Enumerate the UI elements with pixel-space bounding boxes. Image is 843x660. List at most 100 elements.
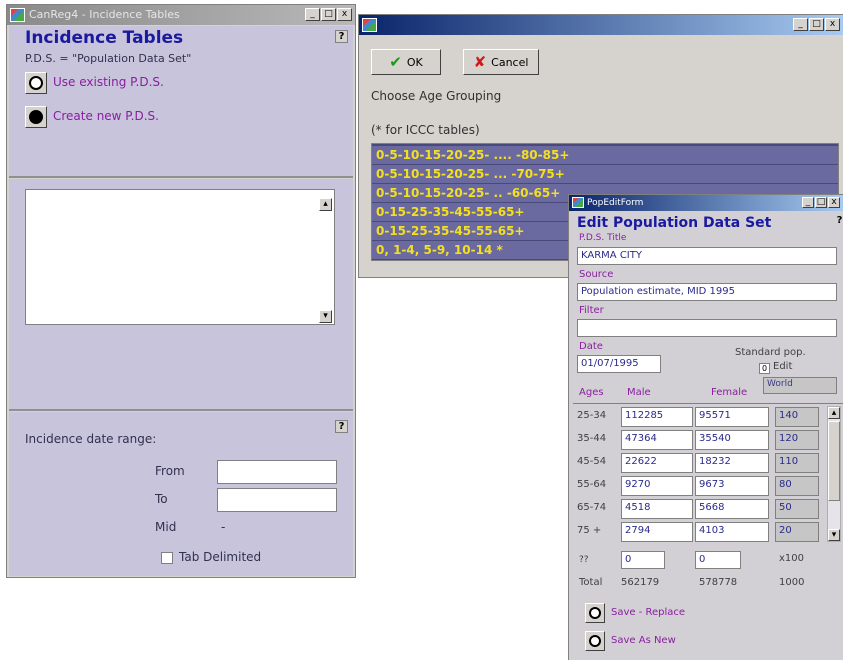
create-new-label[interactable]: Create new P.D.S. <box>53 109 159 123</box>
standard-pop-select[interactable]: World <box>763 377 837 394</box>
pds-subheading: P.D.S. = "Population Data Set" <box>25 52 192 65</box>
scroll-up-icon[interactable]: ▴ <box>828 407 840 419</box>
table-row: 55-64 9270 9673 80 <box>573 476 821 496</box>
female-cell[interactable]: 35540 <box>695 430 769 450</box>
male-header: Male <box>627 387 651 398</box>
incidence-title-bar[interactable]: CanReg4 - Incidence Tables _ □ x <box>7 5 355 25</box>
ok-button[interactable]: ✔ OK <box>371 49 441 75</box>
app-icon <box>362 18 377 32</box>
cancel-button[interactable]: ✘ Cancel <box>463 49 539 75</box>
total-label: Total <box>579 577 603 588</box>
minimize-icon[interactable]: _ <box>305 8 320 21</box>
total-female: 578778 <box>699 577 738 588</box>
app-icon <box>572 197 584 208</box>
std-cell: 140 <box>775 407 819 427</box>
age-cell: 55-64 <box>577 479 607 490</box>
female-cell[interactable]: 18232 <box>695 453 769 473</box>
total-std: 1000 <box>779 577 805 588</box>
pds-listbox[interactable]: ▴ ▾ <box>25 189 335 325</box>
save-replace-label[interactable]: Save - Replace <box>611 607 685 618</box>
age-cell: 65-74 <box>577 502 607 513</box>
male-cell[interactable]: 22622 <box>621 453 693 473</box>
male-cell[interactable]: 9270 <box>621 476 693 496</box>
female-cell[interactable]: 9673 <box>695 476 769 496</box>
edit-std-button[interactable]: 0 <box>759 363 770 374</box>
female-cell[interactable]: 5668 <box>695 499 769 519</box>
iccc-note: (* for ICCC tables) <box>371 123 480 137</box>
pds-title-label: P.D.S. Title <box>579 233 627 243</box>
population-grid: 25-34 112285 95571 140 35-44 47364 35540… <box>573 403 843 544</box>
filter-input[interactable] <box>577 319 837 337</box>
female-cell[interactable]: 4103 <box>695 522 769 542</box>
age-title-bar[interactable]: _ □ x <box>359 15 843 35</box>
create-new-radio[interactable] <box>25 106 47 128</box>
check-icon: ✔ <box>389 53 402 71</box>
pop-title-bar[interactable]: PopEditForm _ □ x <box>569 195 843 211</box>
unknown-female-input[interactable]: 0 <box>695 551 741 569</box>
unknown-male-input[interactable]: 0 <box>621 551 665 569</box>
minimize-icon[interactable]: _ <box>793 18 808 31</box>
close-icon[interactable]: x <box>825 18 840 31</box>
tab-delimited-checkbox[interactable] <box>161 552 173 564</box>
close-icon[interactable]: x <box>828 197 840 208</box>
close-icon[interactable]: x <box>337 8 352 21</box>
pds-list-panel: ▴ ▾ <box>9 179 353 411</box>
pop-window-title: PopEditForm <box>587 198 644 208</box>
save-as-new-radio[interactable] <box>585 631 605 651</box>
pop-help-button[interactable]: ? <box>833 215 843 228</box>
date-input[interactable]: 01/07/1995 <box>577 355 661 373</box>
ok-label: OK <box>406 55 423 69</box>
use-existing-radio[interactable] <box>25 72 47 94</box>
edit-label[interactable]: Edit <box>773 361 792 372</box>
male-cell[interactable]: 2794 <box>621 522 693 542</box>
table-row: 45-54 22622 18232 110 <box>573 453 821 473</box>
filter-label: Filter <box>579 305 604 316</box>
std-cell: 20 <box>775 522 819 542</box>
source-input[interactable]: Population estimate, MID 1995 <box>577 283 837 301</box>
age-cell: 45-54 <box>577 456 607 467</box>
female-cell[interactable]: 95571 <box>695 407 769 427</box>
listbox-scrollbar[interactable]: ▴ ▾ <box>319 192 332 323</box>
male-cell[interactable]: 112285 <box>621 407 693 427</box>
cancel-label: Cancel <box>491 55 529 69</box>
maximize-icon[interactable]: □ <box>815 197 827 208</box>
male-cell[interactable]: 4518 <box>621 499 693 519</box>
from-input[interactable] <box>217 460 337 484</box>
ages-header: Ages <box>579 387 604 398</box>
scroll-thumb[interactable] <box>828 421 840 501</box>
std-cell: 110 <box>775 453 819 473</box>
date-help-button[interactable]: ? <box>335 420 348 433</box>
table-row: 65-74 4518 5668 50 <box>573 499 821 519</box>
use-existing-label[interactable]: Use existing P.D.S. <box>53 75 164 89</box>
choose-age-label: Choose Age Grouping <box>371 89 502 103</box>
standard-pop-label: Standard pop. <box>735 347 806 358</box>
save-as-new-label[interactable]: Save As New <box>611 635 676 646</box>
scroll-up-icon[interactable]: ▴ <box>319 198 332 211</box>
minimize-icon[interactable]: _ <box>802 197 814 208</box>
date-range-label: Incidence date range: <box>25 432 157 446</box>
scroll-down-icon[interactable]: ▾ <box>319 310 332 323</box>
mid-label: Mid <box>155 520 177 534</box>
std-cell: 50 <box>775 499 819 519</box>
x-icon: ✘ <box>473 53 487 71</box>
male-cell[interactable]: 47364 <box>621 430 693 450</box>
date-range-panel: ? Incidence date range: From To Mid - Ta… <box>9 412 353 576</box>
to-input[interactable] <box>217 488 337 512</box>
age-option[interactable]: 0-5-10-15-20-25- ... -70-75+ <box>372 165 838 184</box>
table-row: 75 + 2794 4103 20 <box>573 522 821 542</box>
pds-title-input[interactable]: KARMA CITY <box>577 247 837 265</box>
scroll-down-icon[interactable]: ▾ <box>828 529 840 541</box>
source-label: Source <box>579 269 614 280</box>
tab-delimited-label[interactable]: Tab Delimited <box>179 550 261 564</box>
incidence-window-title: CanReg4 - Incidence Tables <box>29 8 180 21</box>
pop-edit-window: PopEditForm _ □ x Edit Population Data S… <box>568 194 843 660</box>
help-button[interactable]: ? <box>335 30 348 43</box>
maximize-icon[interactable]: □ <box>321 8 336 21</box>
age-option[interactable]: 0-5-10-15-20-25- .... -80-85+ <box>372 146 838 165</box>
incidence-tables-window: CanReg4 - Incidence Tables _ □ x Inciden… <box>6 4 356 578</box>
grid-scrollbar[interactable]: ▴ ▾ <box>827 406 841 542</box>
date-label: Date <box>579 341 603 352</box>
save-replace-radio[interactable] <box>585 603 605 623</box>
table-row: 25-34 112285 95571 140 <box>573 407 821 427</box>
maximize-icon[interactable]: □ <box>809 18 824 31</box>
